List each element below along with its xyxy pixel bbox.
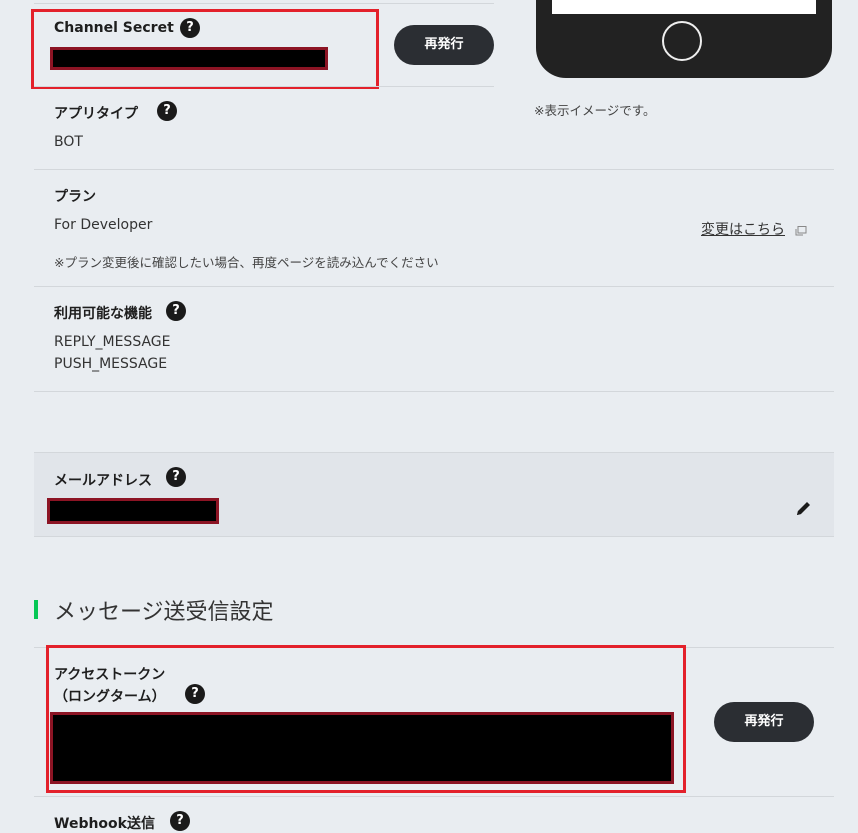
email-value-redacted [47,498,219,524]
divider [34,3,494,4]
plan-note: ※プラン変更後に確認したい場合、再度ページを読み込んでください [54,255,439,270]
webhook-label: Webhook送信 [54,816,155,832]
phone-screen [552,0,816,14]
pencil-icon[interactable] [795,499,813,517]
app-type-label: アプリタイプ [54,106,138,122]
features-label: 利用可能な機能 [54,306,152,322]
feature-item: PUSH_MESSAGE [54,356,168,372]
plan-change-link[interactable]: 変更はこちら [701,219,785,239]
channel-secret-reissue-button[interactable]: 再発行 [394,25,494,65]
channel-secret-highlight [31,9,379,89]
divider [34,391,834,392]
plan-label: プラン [54,189,96,205]
section-title: メッセージ送受信設定 [54,600,274,625]
plan-value: For Developer [54,217,153,233]
help-icon[interactable]: ? [166,467,186,487]
access-token-highlight [46,645,686,793]
divider [34,286,834,287]
feature-item: REPLY_MESSAGE [54,334,171,350]
help-icon[interactable]: ? [170,811,190,831]
help-icon[interactable]: ? [166,301,186,321]
section-accent-bar [34,600,38,619]
divider [34,796,834,797]
preview-caption: ※表示イメージです。 [534,103,656,118]
phone-home-button [662,21,702,61]
divider [34,86,494,87]
access-token-reissue-button[interactable]: 再発行 [714,702,814,742]
email-row [34,452,834,537]
help-icon[interactable]: ? [157,101,177,121]
external-window-icon[interactable] [795,221,807,236]
email-label: メールアドレス [54,473,152,489]
divider [34,169,834,170]
phone-preview [536,0,832,78]
app-type-value: BOT [54,134,83,150]
